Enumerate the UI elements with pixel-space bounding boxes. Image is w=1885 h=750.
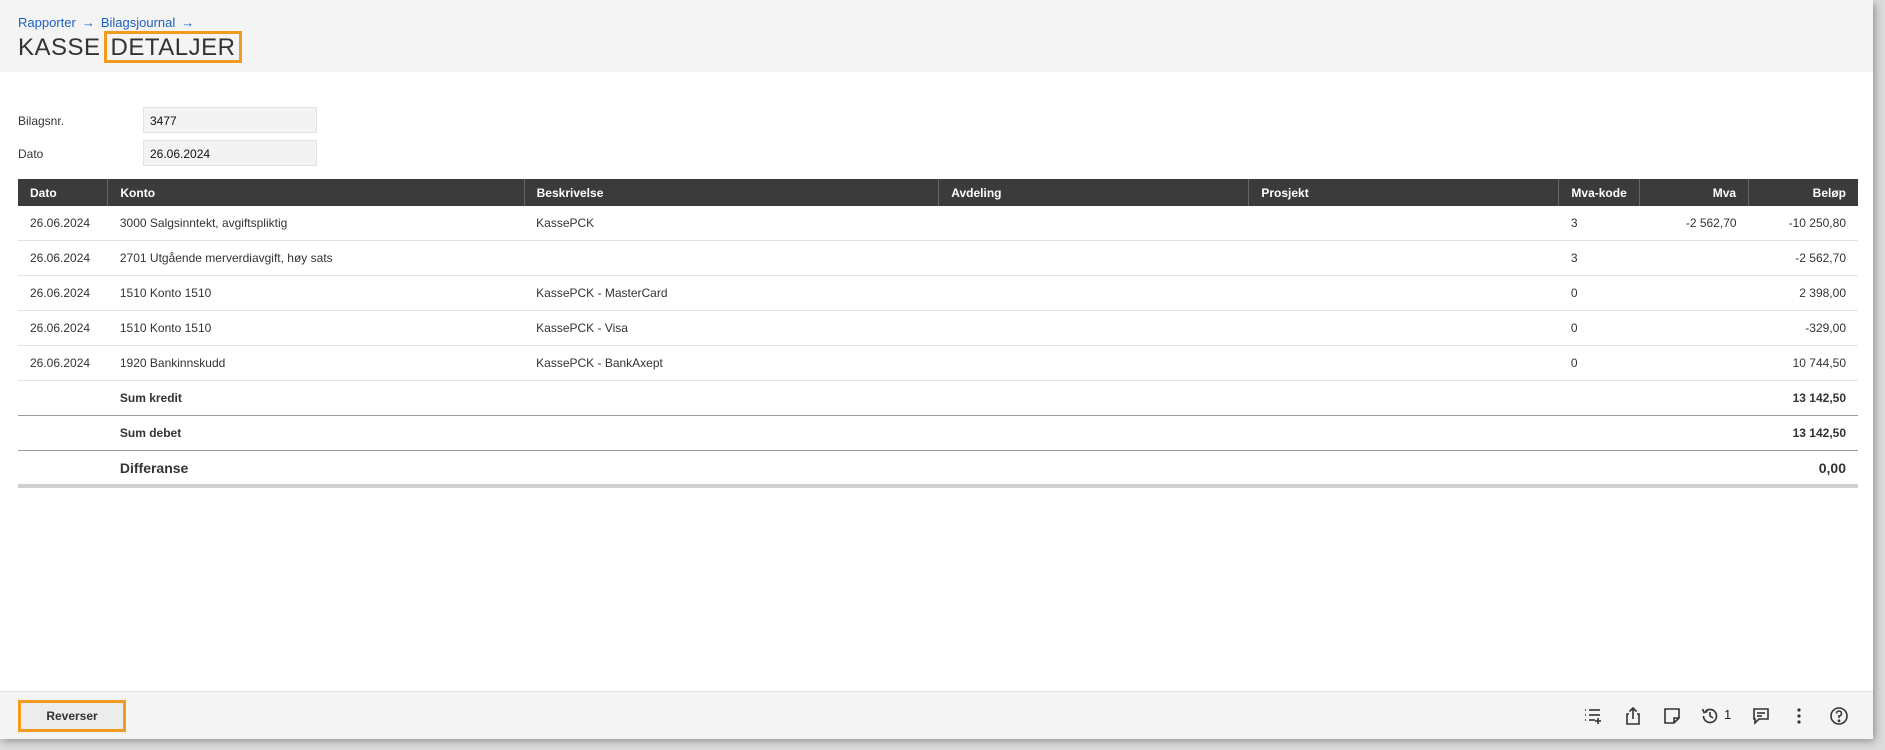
differanse-row: Differanse 0,00 <box>18 450 1858 488</box>
cell-mva-kode: 0 <box>1558 345 1640 381</box>
sum-kredit-value: 13 142,50 <box>1748 380 1858 416</box>
breadcrumb-link-rapporter[interactable]: Rapporter <box>18 15 76 30</box>
action-bar: Reverser 1 <box>0 691 1873 739</box>
history-count: 1 <box>1724 707 1732 722</box>
dato-field[interactable]: 26.06.2024 <box>143 140 317 166</box>
cell-beskrivelse <box>524 240 939 276</box>
bilag-table: Dato Konto Beskrivelse Avdeling Prosjekt… <box>18 179 1858 488</box>
app-window: Rapporter → Bilagsjournal → KASSE DETALJ… <box>0 0 1873 739</box>
cell-mva-kode: 0 <box>1558 310 1640 346</box>
cell-prosjekt <box>1248 275 1559 311</box>
differanse-label: Differanse <box>107 450 1749 488</box>
table-row: 26.06.2024 2701 Utgående merverdiavgift,… <box>18 240 1858 276</box>
cell-konto: 1920 Bankinnskudd <box>107 345 525 381</box>
reverse-button[interactable]: Reverser <box>18 700 126 732</box>
cell-mva <box>1639 240 1749 276</box>
arrow-right-icon: → <box>81 15 95 30</box>
cell-dato: 26.06.2024 <box>18 310 108 346</box>
page-title-part2: DETALJER <box>103 31 243 63</box>
empty-cell <box>18 450 108 488</box>
more-vertical-icon[interactable] <box>1787 704 1811 728</box>
column-header-prosjekt[interactable]: Prosjekt <box>1248 179 1560 206</box>
cell-dato: 26.06.2024 <box>18 345 108 381</box>
help-icon[interactable] <box>1827 704 1851 728</box>
empty-cell <box>18 415 108 451</box>
breadcrumb-link-bilagsjournal[interactable]: Bilagsjournal <box>101 15 175 30</box>
column-header-beskrivelse[interactable]: Beskrivelse <box>524 179 940 206</box>
share-icon[interactable] <box>1621 704 1645 728</box>
page-header: Rapporter → Bilagsjournal → KASSE DETALJ… <box>0 0 1873 72</box>
cell-dato: 26.06.2024 <box>18 206 108 241</box>
cell-prosjekt <box>1248 310 1559 346</box>
cell-prosjekt <box>1248 206 1559 241</box>
cell-avdeling <box>938 206 1249 241</box>
table-row: 26.06.2024 1510 Konto 1510 KassePCK - Vi… <box>18 310 1858 346</box>
cell-beskrivelse: KassePCK <box>524 206 939 241</box>
differanse-value: 0,00 <box>1748 450 1858 488</box>
table-row: 26.06.2024 1510 Konto 1510 KassePCK - Ma… <box>18 275 1858 311</box>
arrow-right-icon: → <box>181 15 195 30</box>
dato-label: Dato <box>18 147 44 161</box>
cell-dato: 26.06.2024 <box>18 240 108 276</box>
cell-avdeling <box>938 310 1249 346</box>
cell-konto: 2701 Utgående merverdiavgift, høy sats <box>107 240 525 276</box>
cell-avdeling <box>938 345 1249 381</box>
bilagsnr-field[interactable]: 3477 <box>143 107 317 133</box>
comment-add-icon[interactable] <box>1749 704 1773 728</box>
column-header-mva[interactable]: Mva <box>1639 179 1750 206</box>
cell-konto: 3000 Salgsinntekt, avgiftspliktig <box>107 206 525 241</box>
column-header-mva-kode[interactable]: Mva-kode <box>1558 179 1640 206</box>
cell-belop: -329,00 <box>1748 310 1858 346</box>
cell-belop: 2 398,00 <box>1748 275 1858 311</box>
table-row: 26.06.2024 3000 Salgsinntekt, avgiftspli… <box>18 206 1858 241</box>
cell-mva-kode: 3 <box>1558 240 1640 276</box>
bilagsnr-label: Bilagsnr. <box>18 114 65 128</box>
cell-mva-kode: 3 <box>1558 206 1640 241</box>
cell-avdeling <box>938 240 1249 276</box>
history-icon[interactable] <box>1698 704 1722 728</box>
table-row: 26.06.2024 1920 Bankinnskudd KassePCK - … <box>18 345 1858 381</box>
cell-belop: -2 562,70 <box>1748 240 1858 276</box>
cell-mva <box>1639 310 1749 346</box>
note-icon[interactable] <box>1660 704 1684 728</box>
cell-konto: 1510 Konto 1510 <box>107 310 525 346</box>
cell-prosjekt <box>1248 345 1559 381</box>
cell-konto: 1510 Konto 1510 <box>107 275 525 311</box>
cell-beskrivelse: KassePCK - MasterCard <box>524 275 939 311</box>
column-header-dato[interactable]: Dato <box>18 179 109 206</box>
column-header-konto[interactable]: Konto <box>107 179 525 206</box>
breadcrumb: Rapporter → Bilagsjournal → <box>18 15 200 30</box>
cell-mva: -2 562,70 <box>1639 206 1749 241</box>
sum-kredit-row: Sum kredit 13 142,50 <box>18 380 1858 416</box>
column-header-belop[interactable]: Beløp <box>1748 179 1858 206</box>
cell-prosjekt <box>1248 240 1559 276</box>
column-header-avdeling[interactable]: Avdeling <box>938 179 1250 206</box>
cell-mva <box>1639 345 1749 381</box>
cell-belop: 10 744,50 <box>1748 345 1858 381</box>
list-add-icon[interactable] <box>1581 704 1605 728</box>
cell-beskrivelse: KassePCK - BankAxept <box>524 345 939 381</box>
cell-mva-kode: 0 <box>1558 275 1640 311</box>
cell-avdeling <box>938 275 1249 311</box>
page-title: KASSE DETALJER <box>18 31 243 63</box>
cell-belop: -10 250,80 <box>1748 206 1858 241</box>
cell-beskrivelse: KassePCK - Visa <box>524 310 939 346</box>
empty-cell <box>18 380 108 416</box>
cell-dato: 26.06.2024 <box>18 275 108 311</box>
sum-kredit-label: Sum kredit <box>107 380 1749 416</box>
sum-debet-row: Sum debet 13 142,50 <box>18 415 1858 451</box>
sum-debet-value: 13 142,50 <box>1748 415 1858 451</box>
sum-debet-label: Sum debet <box>107 415 1749 451</box>
cell-mva <box>1639 275 1749 311</box>
page-title-part1: KASSE <box>18 34 101 61</box>
table-header-row: Dato Konto Beskrivelse Avdeling Prosjekt… <box>18 179 1858 206</box>
